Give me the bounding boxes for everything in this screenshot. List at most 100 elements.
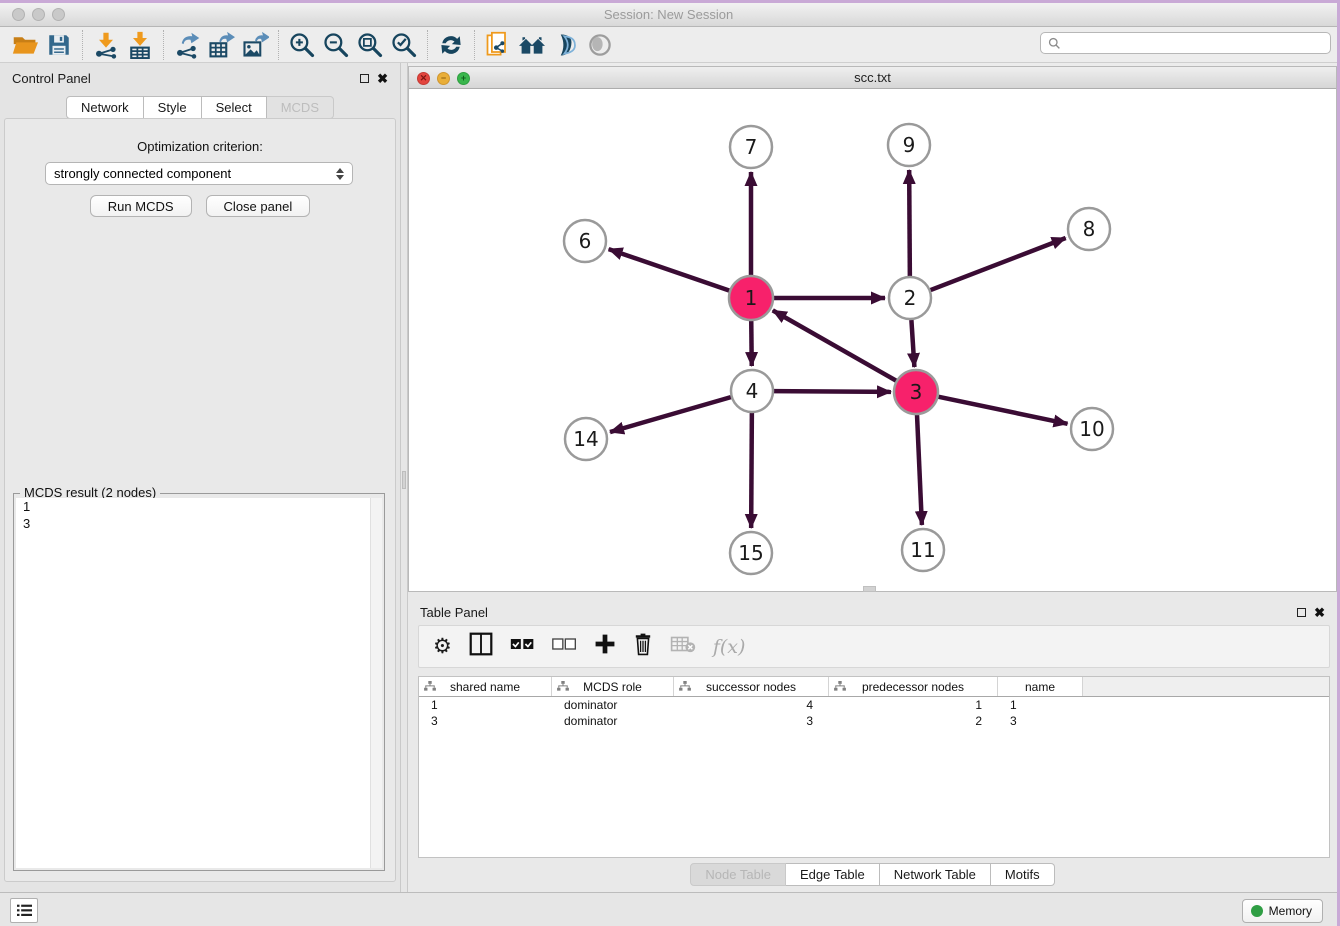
run-mcds-button[interactable]: Run MCDS [90,195,192,217]
node-label: 8 [1083,217,1096,241]
tab-style[interactable]: Style [144,96,202,119]
table-row[interactable]: 1dominator411 [419,697,1329,713]
column-layout-icon[interactable] [469,632,493,661]
tab-motifs[interactable]: Motifs [991,863,1055,886]
mcds-result-list[interactable]: 13 [16,498,382,868]
search-input[interactable] [1061,34,1330,52]
criterion-dropdown[interactable]: strongly connected component [45,162,353,185]
column-header-shared-name[interactable]: shared name [419,677,552,696]
splitter-grip[interactable] [863,586,876,592]
import-network-icon[interactable] [89,30,123,60]
node-1[interactable]: 1 [729,276,773,320]
export-table-icon[interactable] [204,30,238,60]
node-2[interactable]: 2 [889,277,931,319]
export-network-icon[interactable] [170,30,204,60]
edge-2-3[interactable] [911,320,914,367]
edge-4-15[interactable] [751,413,752,528]
node-label: 11 [910,538,935,562]
memory-button[interactable]: Memory [1242,899,1323,923]
edge-2-8[interactable] [931,238,1066,290]
table-cell[interactable]: 4 [674,698,829,712]
table-cell[interactable]: 1 [998,698,1083,712]
network-window-titlebar[interactable]: ✕ − + scc.txt [409,67,1336,89]
apply-style-icon[interactable] [549,30,583,60]
table-cell[interactable]: 2 [829,714,998,728]
home-icon[interactable] [515,30,549,60]
mcds-result-item[interactable]: 3 [16,515,382,532]
table-cell[interactable]: 1 [419,698,552,712]
open-folder-icon[interactable] [8,30,42,60]
edge-2-9[interactable] [909,170,910,276]
trash-icon[interactable] [633,632,653,661]
float-panel-icon[interactable] [360,74,369,83]
horizontal-splitter[interactable] [408,592,1337,600]
refresh-layout-icon[interactable] [434,30,468,60]
splitter-grip[interactable] [402,471,406,489]
node-table[interactable]: shared nameMCDS rolesuccessor nodesprede… [418,676,1330,858]
edge-1-6[interactable] [609,249,731,291]
network-graph[interactable]: 7 9 6 8 1 2 4 3 14 10 15 11 [409,89,1336,591]
result-scrollbar[interactable] [370,498,382,868]
export-image-icon[interactable] [238,30,272,60]
zoom-fit-icon[interactable] [353,30,387,60]
save-session-icon[interactable] [42,30,76,60]
node-6[interactable]: 6 [564,220,606,262]
search-box[interactable] [1040,32,1331,54]
tab-edge-table[interactable]: Edge Table [786,863,880,886]
zoom-in-icon[interactable] [285,30,319,60]
table-cell[interactable]: dominator [552,698,674,712]
column-header-predecessor-nodes[interactable]: predecessor nodes [829,677,998,696]
zoom-out-icon[interactable] [319,30,353,60]
gear-icon[interactable]: ⚙ [433,636,452,657]
import-table-icon[interactable] [123,30,157,60]
table-cell[interactable]: dominator [552,714,674,728]
close-panel-button[interactable]: Close panel [206,195,311,217]
tab-mcds[interactable]: MCDS [267,96,334,119]
edge-4-3[interactable] [774,391,891,392]
task-history-button[interactable] [10,898,38,923]
node-15[interactable]: 15 [730,532,772,574]
node-3[interactable]: 3 [894,370,938,414]
mcds-result-item[interactable]: 1 [16,498,382,515]
edge-3-11[interactable] [917,414,922,525]
table-cell[interactable]: 3 [674,714,829,728]
node-4[interactable]: 4 [731,370,773,412]
column-header-name[interactable]: name [998,677,1083,696]
tab-network-table[interactable]: Network Table [880,863,991,886]
network-from-selection-icon[interactable] [481,30,515,60]
float-panel-icon[interactable] [1297,608,1306,617]
column-header-MCDS-role[interactable]: MCDS role [552,677,674,696]
tab-select[interactable]: Select [202,96,267,119]
function-builder-icon[interactable]: f(x) [713,636,746,658]
node-11[interactable]: 11 [902,529,944,571]
node-14[interactable]: 14 [565,418,607,460]
table-cell[interactable]: 3 [998,714,1083,728]
mcds-result-group: MCDS result (2 nodes) 13 [13,493,385,871]
network-canvas[interactable]: 7 9 6 8 1 2 4 3 14 10 15 11 [409,89,1336,591]
tab-node-table[interactable]: Node Table [690,863,786,886]
vertical-splitter[interactable] [400,63,408,892]
toolbar-separator [278,30,279,60]
select-all-icon[interactable] [510,635,535,658]
edge-3-1[interactable] [773,310,897,381]
control-panel-header: Control Panel ✖ [0,66,400,90]
unselect-all-icon[interactable] [552,635,577,658]
zoom-selected-icon[interactable] [387,30,421,60]
show-graphics-icon[interactable] [583,30,617,60]
table-cell[interactable]: 3 [419,714,552,728]
node-7[interactable]: 7 [730,126,772,168]
edge-4-14[interactable] [610,397,731,432]
close-panel-icon[interactable]: ✖ [1314,606,1325,619]
close-panel-icon[interactable]: ✖ [377,72,388,85]
table-row[interactable]: 3dominator323 [419,713,1329,729]
delete-table-icon[interactable] [670,634,696,659]
node-10[interactable]: 10 [1071,408,1113,450]
edge-3-10[interactable] [938,397,1068,424]
add-icon[interactable] [594,633,616,660]
table-cell[interactable]: 1 [829,698,998,712]
node-8[interactable]: 8 [1068,208,1110,250]
right-region: ✕ − + scc.txt 7968124314101511 Table Pan… [408,63,1337,892]
node-9[interactable]: 9 [888,124,930,166]
column-header-successor-nodes[interactable]: successor nodes [674,677,829,696]
tab-network[interactable]: Network [66,96,144,119]
